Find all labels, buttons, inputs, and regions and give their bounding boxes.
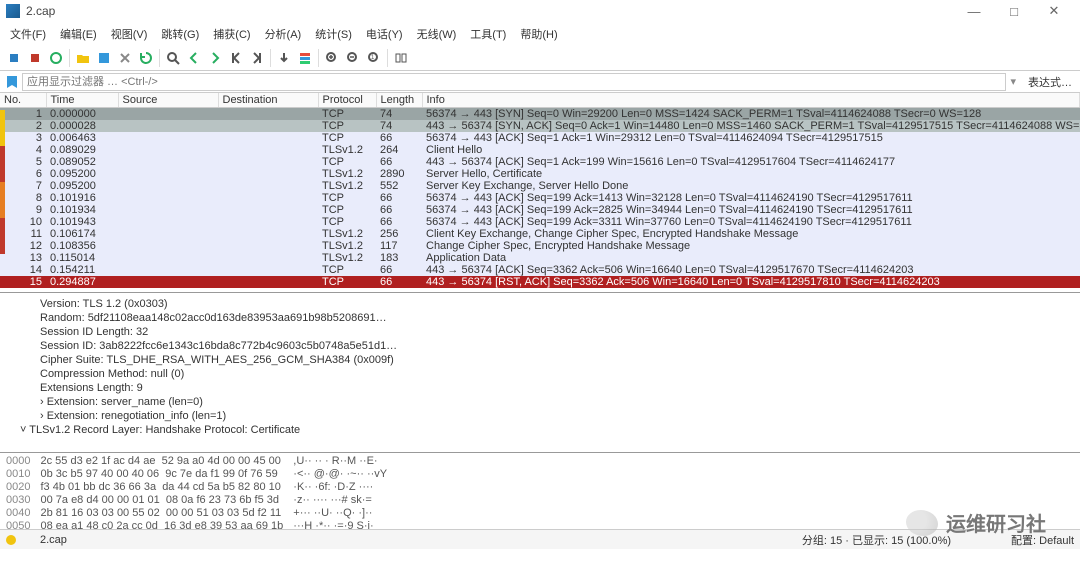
menu-item[interactable]: 视图(V): [105, 24, 154, 44]
packet-row[interactable]: 60.095200TLSv1.22890Server Hello, Certif…: [0, 168, 1080, 180]
packet-row[interactable]: 80.101916TCP6656374 → 443 [ACK] Seq=199 …: [0, 192, 1080, 204]
packet-row[interactable]: 10.000000TCP7456374 → 443 [SYN] Seq=0 Wi…: [0, 108, 1080, 121]
open-file-icon[interactable]: [73, 48, 93, 68]
window-title: 2.cap: [26, 4, 954, 18]
app-icon: [6, 4, 20, 18]
main-toolbar: 1: [0, 46, 1080, 71]
menu-item[interactable]: 捕获(C): [207, 24, 256, 44]
packet-row[interactable]: 30.006463TCP6656374 → 443 [ACK] Seq=1 Ac…: [0, 132, 1080, 144]
prev-icon[interactable]: [184, 48, 204, 68]
filter-bar: ▾ 表达式…: [0, 71, 1080, 93]
close-file-icon[interactable]: [115, 48, 135, 68]
zoom-in-icon[interactable]: [322, 48, 342, 68]
detail-tree-item[interactable]: ˅ TLSv1.2 Record Layer: Handshake Protoc…: [20, 423, 1080, 437]
colorize-icon[interactable]: [295, 48, 315, 68]
minimize-button[interactable]: —: [954, 0, 994, 22]
column-header[interactable]: Length: [376, 93, 422, 108]
reload-icon[interactable]: [136, 48, 156, 68]
column-header[interactable]: No.: [0, 93, 46, 108]
column-header[interactable]: Source: [118, 93, 218, 108]
packet-row[interactable]: 150.294887TCP66443 → 56374 [RST, ACK] Se…: [0, 276, 1080, 288]
bookmark-icon[interactable]: [4, 74, 20, 90]
detail-line[interactable]: Version: TLS 1.2 (0x0303): [40, 297, 1080, 311]
goto-last-icon[interactable]: [247, 48, 267, 68]
detail-line[interactable]: › Extension: server_name (len=0): [40, 395, 1080, 409]
packet-row[interactable]: 50.089052TCP66443 → 56374 [ACK] Seq=1 Ac…: [0, 156, 1080, 168]
stop-capture-icon[interactable]: [25, 48, 45, 68]
detail-line[interactable]: Cipher Suite: TLS_DHE_RSA_WITH_AES_256_G…: [40, 353, 1080, 367]
packet-row[interactable]: 120.108356TLSv1.2117Change Cipher Spec, …: [0, 240, 1080, 252]
detail-line[interactable]: Random: 5df21108eaa148c02acc0d163de83953…: [40, 311, 1080, 325]
column-header[interactable]: Info: [422, 93, 1080, 108]
expert-info-icon[interactable]: [6, 535, 16, 545]
packet-row[interactable]: 130.115014TLSv1.2183Application Data: [0, 252, 1080, 264]
detail-line[interactable]: Extensions Length: 9: [40, 381, 1080, 395]
edge-color-indicator: [0, 110, 5, 280]
resize-columns-icon[interactable]: [391, 48, 411, 68]
zoom-out-icon[interactable]: [343, 48, 363, 68]
detail-line[interactable]: Session ID Length: 32: [40, 325, 1080, 339]
menu-item[interactable]: 编辑(E): [54, 24, 103, 44]
detail-line[interactable]: › Extension: renegotiation_info (len=1): [40, 409, 1080, 423]
packet-row[interactable]: 110.106174TLSv1.2256Client Key Exchange,…: [0, 228, 1080, 240]
packet-row[interactable]: 100.101943TCP6656374 → 443 [ACK] Seq=199…: [0, 216, 1080, 228]
window-titlebar: 2.cap — □ ✕: [0, 0, 1080, 22]
expression-button[interactable]: 表达式…: [1024, 74, 1076, 90]
packet-details-pane[interactable]: Version: TLS 1.2 (0x0303)Random: 5df2110…: [0, 293, 1080, 453]
menu-item[interactable]: 统计(S): [309, 24, 358, 44]
menu-item[interactable]: 工具(T): [464, 24, 512, 44]
watermark-text: 运维研习社: [946, 508, 1046, 537]
packet-row[interactable]: 90.101934TCP6656374 → 443 [ACK] Seq=199 …: [0, 204, 1080, 216]
detail-line[interactable]: Compression Method: null (0): [40, 367, 1080, 381]
packet-row[interactable]: 70.095200TLSv1.2552Server Key Exchange, …: [0, 180, 1080, 192]
zoom-reset-icon[interactable]: 1: [364, 48, 384, 68]
restart-capture-icon[interactable]: [46, 48, 66, 68]
goto-first-icon[interactable]: [226, 48, 246, 68]
find-icon[interactable]: [163, 48, 183, 68]
menu-item[interactable]: 跳转(G): [155, 24, 205, 44]
packet-row[interactable]: 40.089029TLSv1.2264Client Hello: [0, 144, 1080, 156]
menu-item[interactable]: 文件(F): [4, 24, 52, 44]
autoscroll-icon[interactable]: [274, 48, 294, 68]
watermark-logo-icon: [906, 510, 938, 536]
menu-bar: 文件(F)编辑(E)视图(V)跳转(G)捕获(C)分析(A)统计(S)电话(Y)…: [0, 22, 1080, 46]
menu-item[interactable]: 分析(A): [259, 24, 308, 44]
display-filter-input[interactable]: [22, 73, 1006, 91]
close-button[interactable]: ✕: [1034, 0, 1074, 22]
file-tab[interactable]: 2.cap: [34, 533, 73, 547]
packet-list-pane[interactable]: No.TimeSourceDestinationProtocolLengthIn…: [0, 93, 1080, 293]
menu-item[interactable]: 帮助(H): [514, 24, 563, 44]
packet-row[interactable]: 140.154211TCP66443 → 56374 [ACK] Seq=336…: [0, 264, 1080, 276]
column-header[interactable]: Time: [46, 93, 118, 108]
menu-item[interactable]: 无线(W): [411, 24, 463, 44]
watermark: 运维研习社: [906, 508, 1046, 537]
detail-line[interactable]: Session ID: 3ab8222fcc6e1343c16bda8c772b…: [40, 339, 1080, 353]
packet-row[interactable]: 20.000028TCP74443 → 56374 [SYN, ACK] Seq…: [0, 120, 1080, 132]
column-header[interactable]: Protocol: [318, 93, 376, 108]
maximize-button[interactable]: □: [994, 0, 1034, 22]
column-header[interactable]: Destination: [218, 93, 318, 108]
next-icon[interactable]: [205, 48, 225, 68]
menu-item[interactable]: 电话(Y): [360, 24, 409, 44]
start-capture-icon[interactable]: [4, 48, 24, 68]
save-file-icon[interactable]: [94, 48, 114, 68]
